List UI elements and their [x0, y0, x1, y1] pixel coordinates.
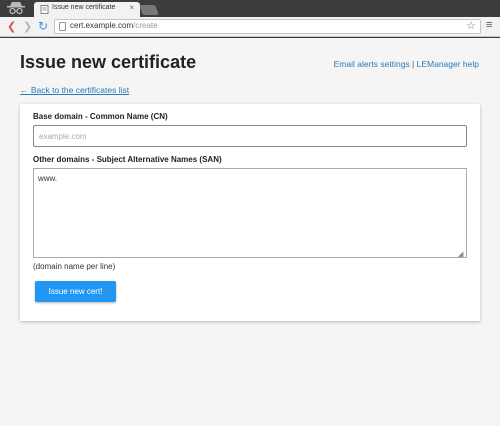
address-bar[interactable]: cert.example.com/create ☆: [54, 19, 481, 34]
lemanager-help-link[interactable]: LEManager help: [417, 59, 479, 69]
tab-title: Issue new certificate: [52, 4, 116, 11]
page-content: Issue new certificate Email alerts setti…: [0, 38, 500, 426]
browser-tab[interactable]: Issue new certificate ×: [34, 2, 140, 17]
cn-input[interactable]: [33, 125, 467, 147]
link-separator: |: [409, 59, 417, 69]
san-hint: (domain name per line): [33, 262, 116, 271]
issue-cert-button[interactable]: Issue new cert!: [35, 281, 116, 302]
star-icon[interactable]: ☆: [466, 19, 476, 32]
reload-icon[interactable]: ↻: [38, 19, 48, 33]
new-tab-button[interactable]: [139, 5, 159, 15]
resize-grip-icon[interactable]: ◢: [458, 250, 463, 258]
forward-arrow-icon[interactable]: ❯: [23, 20, 32, 33]
page-icon: [59, 22, 66, 31]
cn-label: Base domain - Common Name (CN): [33, 112, 168, 121]
url-text: cert.example.com/create: [70, 21, 158, 30]
hamburger-menu-icon[interactable]: ≡: [486, 19, 492, 31]
tab-strip: Issue new certificate ×: [0, 0, 500, 17]
back-to-list-link[interactable]: ← Back to the certificates list: [20, 85, 129, 95]
san-textarea[interactable]: www.: [33, 168, 467, 258]
san-label: Other domains - Subject Alternative Name…: [33, 155, 222, 164]
url-host: cert.example.com: [70, 21, 134, 30]
incognito-icon: [7, 2, 25, 15]
certificate-form-card: Base domain - Common Name (CN) Other dom…: [20, 104, 480, 321]
page-title: Issue new certificate: [20, 52, 197, 72]
document-favicon-icon: [40, 5, 49, 14]
back-arrow-icon[interactable]: ❮: [7, 20, 16, 33]
url-path: /create: [133, 21, 158, 30]
header-links: Email alerts settings | LEManager help: [334, 59, 479, 69]
browser-toolbar: ❮ ❯ ↻ cert.example.com/create ☆ ≡: [0, 17, 500, 37]
email-alerts-link[interactable]: Email alerts settings: [334, 59, 410, 69]
tab-close-icon[interactable]: ×: [129, 3, 134, 12]
